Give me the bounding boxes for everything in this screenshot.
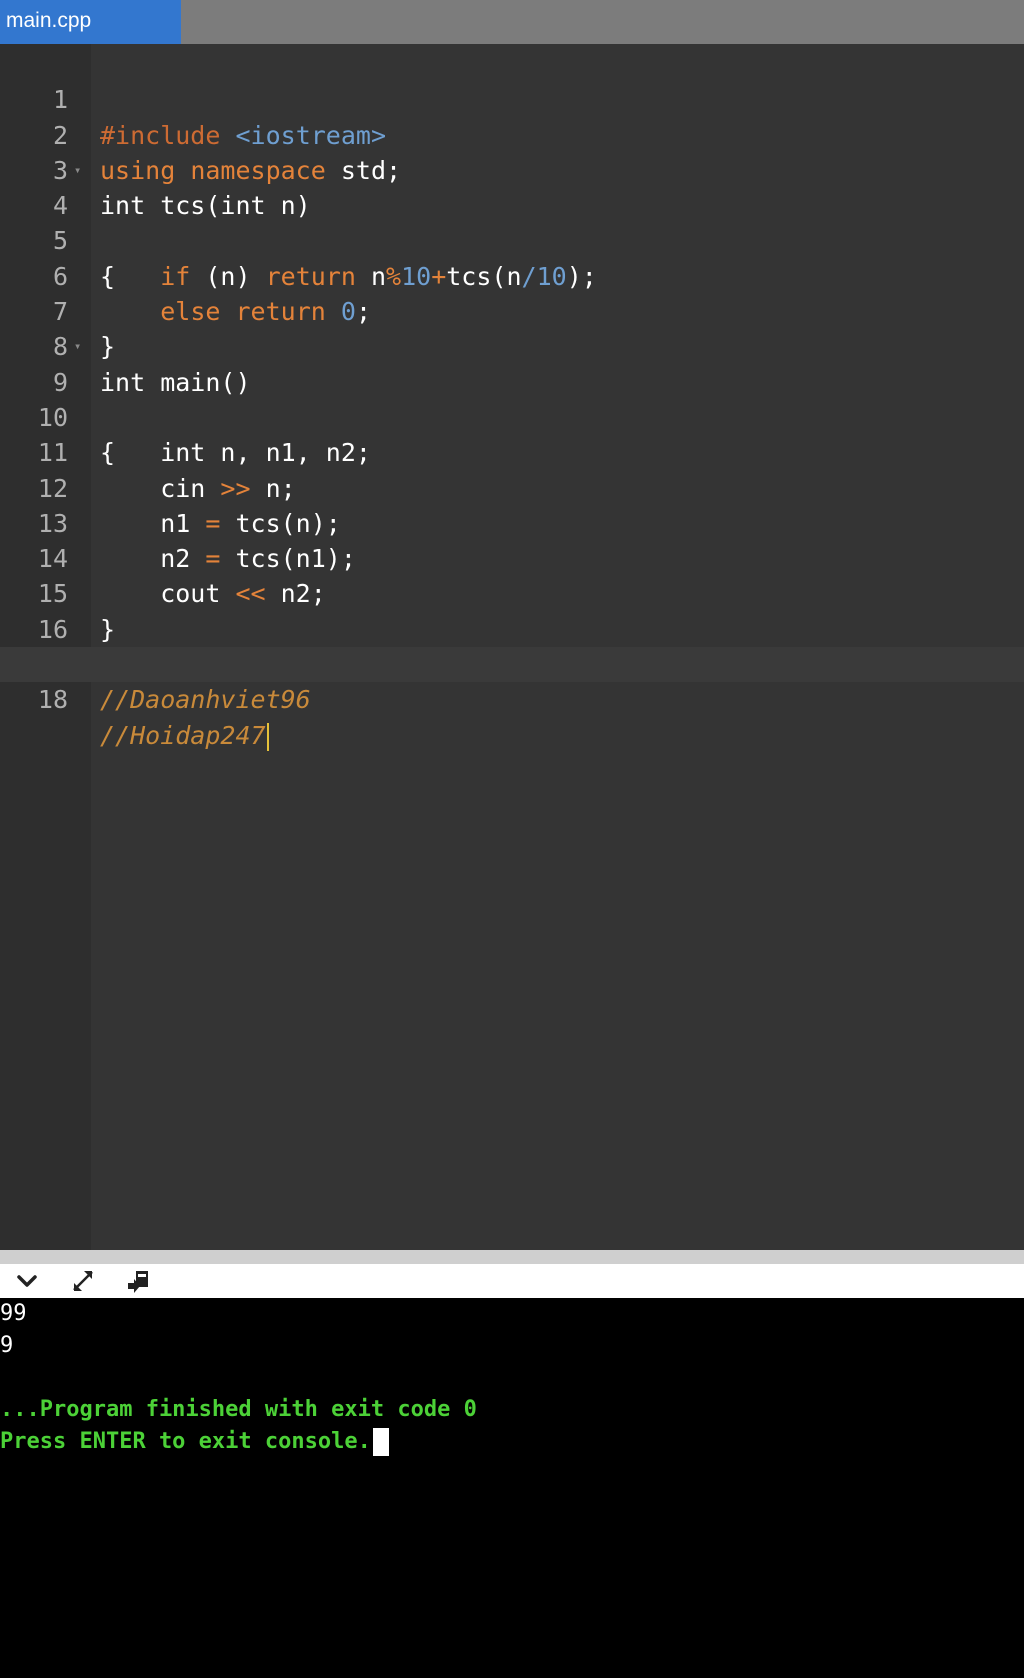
tab-main-cpp[interactable]: main.cpp xyxy=(0,0,181,44)
fold-arrow-icon[interactable]: ▾ xyxy=(74,153,81,188)
code-line-active[interactable]: 18 //Hoidap247 xyxy=(0,647,1024,751)
console-prompt-line: Press ENTER to exit console. xyxy=(0,1426,1024,1458)
code-line[interactable]: 6 else return 0; xyxy=(0,223,1024,326)
console-line: 99 xyxy=(0,1301,27,1326)
code-line[interactable]: 17 //Daoanhviet96 xyxy=(0,612,1024,714)
code-line[interactable]: 4 ▾ { xyxy=(0,153,1024,291)
code-line[interactable]: 11 cin >> n; xyxy=(0,400,1024,502)
console-toolbar xyxy=(0,1264,1024,1298)
code-comment: //Daoanhviet96 xyxy=(100,685,311,715)
code-line[interactable]: 10 int n, n1, n2; xyxy=(0,365,1024,467)
code-line[interactable]: 14 cout << n2; xyxy=(0,506,1024,608)
code-lines[interactable]: 1 #include <iostream> 2 using namespace … xyxy=(0,44,1024,751)
code-line[interactable]: 7 } xyxy=(0,259,1024,361)
copy-icon[interactable] xyxy=(124,1267,154,1295)
code-comment: //Hoidap247 xyxy=(100,720,266,750)
code-line[interactable]: 12 n1 = tcs(n); xyxy=(0,435,1024,538)
code-line[interactable]: 15 } xyxy=(0,541,1024,643)
code-line[interactable]: 8 int main() xyxy=(0,294,1024,396)
code-line[interactable]: 2 using namespace std; xyxy=(0,82,1024,185)
code-line[interactable]: 9 ▾ { xyxy=(0,329,1024,467)
code-line[interactable]: 1 #include <iostream> xyxy=(0,47,1024,149)
console-line: 9 xyxy=(0,1333,14,1358)
console-prompt-text: Press ENTER to exit console. xyxy=(0,1429,371,1454)
code-line[interactable]: 16 xyxy=(0,576,1024,644)
console-exit-message: ...Program finished with exit code 0 xyxy=(0,1397,477,1422)
code-line[interactable]: 3 int tcs(int n) xyxy=(0,118,1024,220)
expand-icon[interactable] xyxy=(68,1267,98,1295)
code-line[interactable]: 13 n2 = tcs(n1); xyxy=(0,471,1024,573)
console-output[interactable]: 99 9 ...Program finished with exit code … xyxy=(0,1298,1024,1678)
panel-splitter[interactable] xyxy=(0,1250,1024,1264)
code-line[interactable]: 5 if (n) return n%10+tcs(n/10); xyxy=(0,188,1024,290)
code-text: //Hoidap247 xyxy=(100,718,269,753)
fold-arrow-icon[interactable]: ▾ xyxy=(74,329,81,364)
tab-bar: main.cpp xyxy=(0,0,1024,44)
chevron-down-icon[interactable] xyxy=(12,1267,42,1295)
code-editor[interactable]: 1 #include <iostream> 2 using namespace … xyxy=(0,44,1024,1250)
line-number: 18 xyxy=(37,685,68,715)
console-cursor xyxy=(372,1428,389,1456)
text-caret xyxy=(266,722,269,751)
